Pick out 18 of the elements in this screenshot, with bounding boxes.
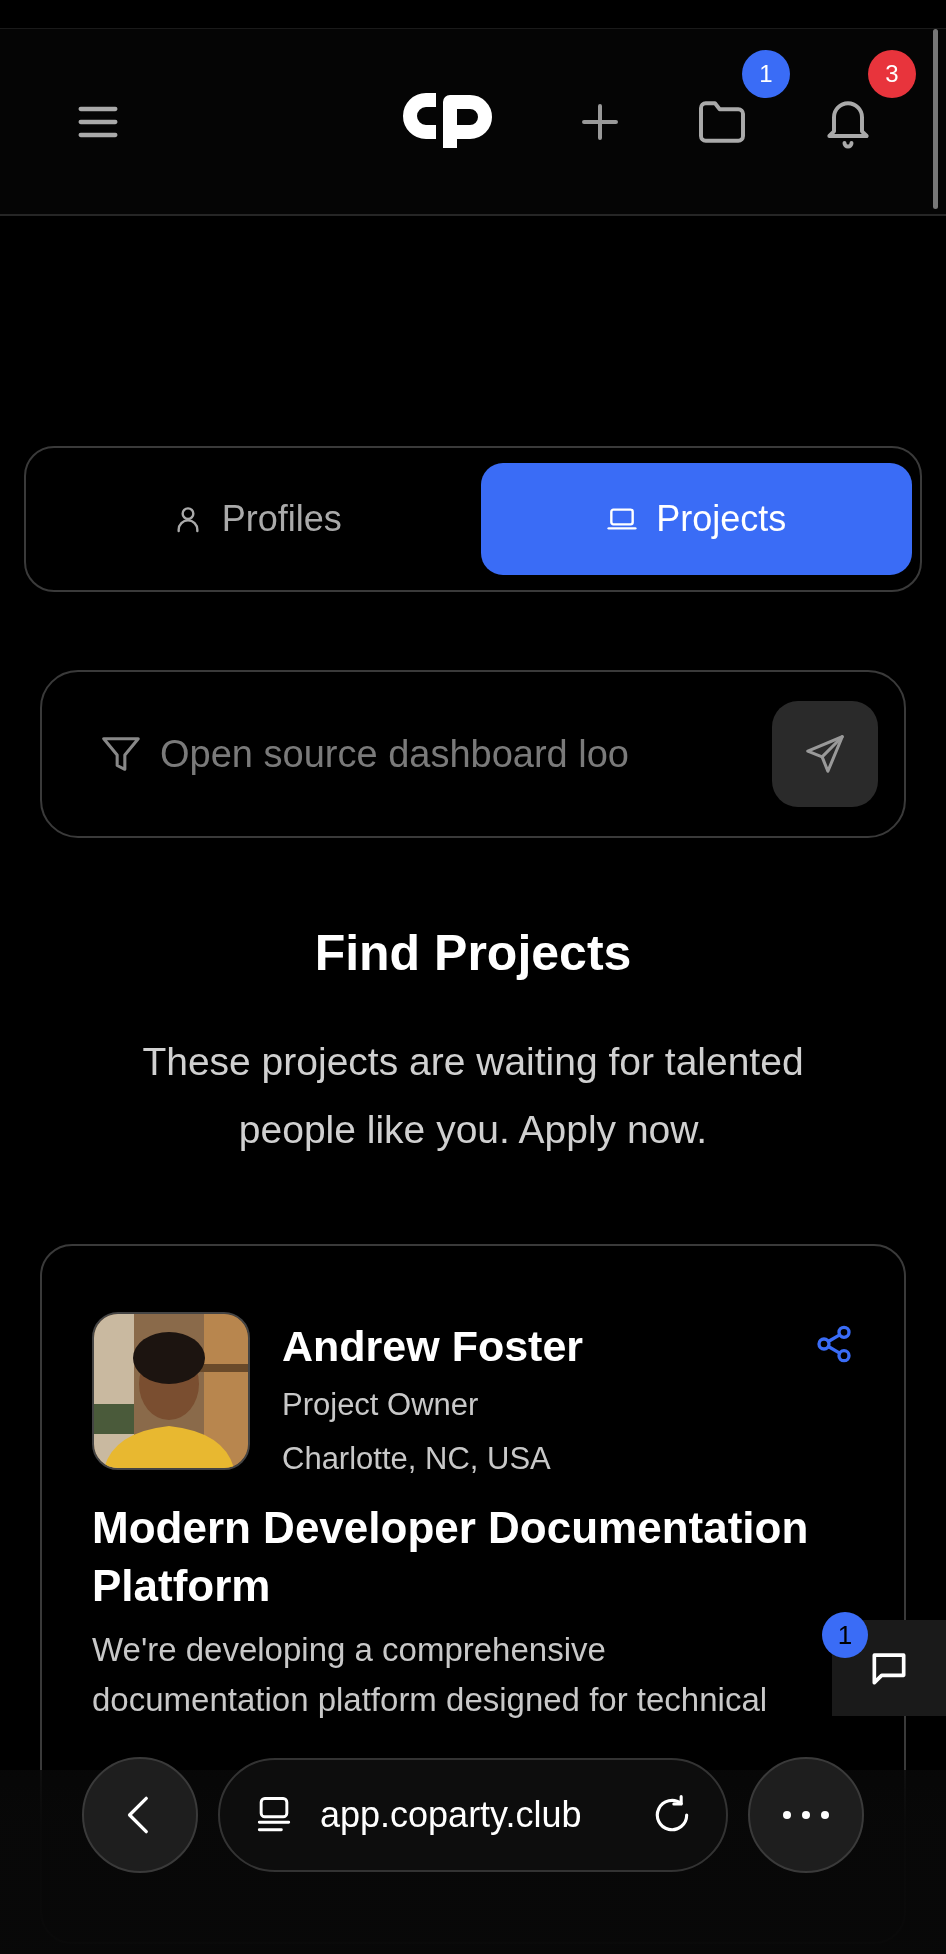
project-description: We're developing a comprehensive documentation platform designed for technical [92, 1630, 769, 1720]
owner-name: Andrew Foster [282, 1322, 584, 1371]
owner-role: Project Owner [282, 1387, 480, 1423]
share-icon[interactable] [814, 1324, 854, 1364]
count-badge: 1 [822, 1612, 868, 1658]
page-subtitle: These projects are waiting for talented people like you. Apply now. [141, 1039, 805, 1153]
address-bar[interactable]: app.coparty.club [218, 1758, 728, 1872]
search-field[interactable]: Open source dashboard loo [158, 731, 718, 777]
tab[interactable]: Projects [480, 463, 912, 575]
count-badge: 3 [868, 49, 916, 98]
page-title: Find Projects [313, 924, 633, 982]
count-badge: 1 [742, 49, 790, 98]
tab[interactable]: Profiles [41, 463, 473, 575]
url-text: app.coparty.club [320, 1794, 583, 1836]
chat-button[interactable]: 1 [822, 1612, 946, 1716]
send-button[interactable] [772, 701, 878, 807]
project-title: Modern Developer Documentation Platform [92, 1502, 810, 1612]
owner-location: Charlotte, NC, USA [282, 1441, 552, 1477]
